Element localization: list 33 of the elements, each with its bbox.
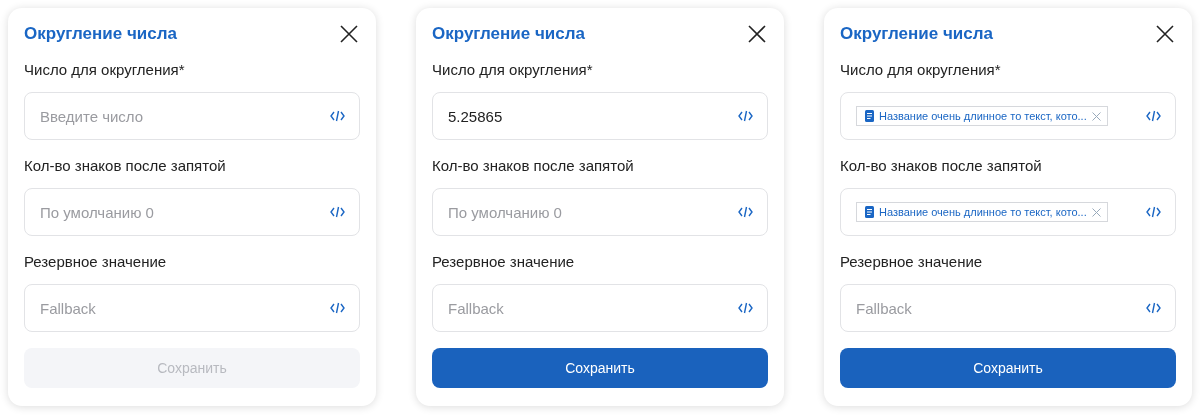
input-field[interactable]: Название очень длинное то текст, кото... [840,92,1176,140]
code-icon[interactable] [1146,302,1161,314]
input-field[interactable]: Название очень длинное то текст, кото... [840,188,1176,236]
save-button[interactable]: Сохранить [432,348,768,388]
field-label: Число для округления* [840,60,1002,80]
close-icon[interactable] [340,25,358,43]
document-icon [865,206,874,218]
variable-chip[interactable]: Название очень длинное то текст, кото... [856,106,1108,126]
input-field[interactable]: 5.25865 [432,92,768,140]
code-icon[interactable] [738,302,753,314]
field-label: Резервное значение [432,252,576,272]
field-label: Кол-во знаков после запятой [840,156,1043,176]
field-label: Резервное значение [840,252,984,272]
save-button[interactable]: Сохранить [840,348,1176,388]
variable-chip[interactable]: Название очень длинное то текст, кото... [856,202,1108,222]
field-label: Число для округления* [24,60,186,80]
code-icon[interactable] [738,110,753,122]
close-icon[interactable] [1156,25,1174,43]
code-icon[interactable] [330,206,345,218]
close-icon[interactable] [748,25,766,43]
field-label: Число для округления* [432,60,594,80]
document-icon [865,110,874,122]
dialog-title: Округление числа [840,24,993,44]
code-icon[interactable] [330,302,345,314]
code-icon[interactable] [738,206,753,218]
field-label: Резервное значение [24,252,168,272]
code-icon[interactable] [1146,206,1161,218]
dialog-title: Округление числа [24,24,177,44]
dialog-title: Округление числа [432,24,585,44]
code-icon[interactable] [330,110,345,122]
field-label: Кол-во знаков после запятой [24,156,227,176]
field-label: Кол-во знаков после запятой [432,156,635,176]
code-icon[interactable] [1146,110,1161,122]
